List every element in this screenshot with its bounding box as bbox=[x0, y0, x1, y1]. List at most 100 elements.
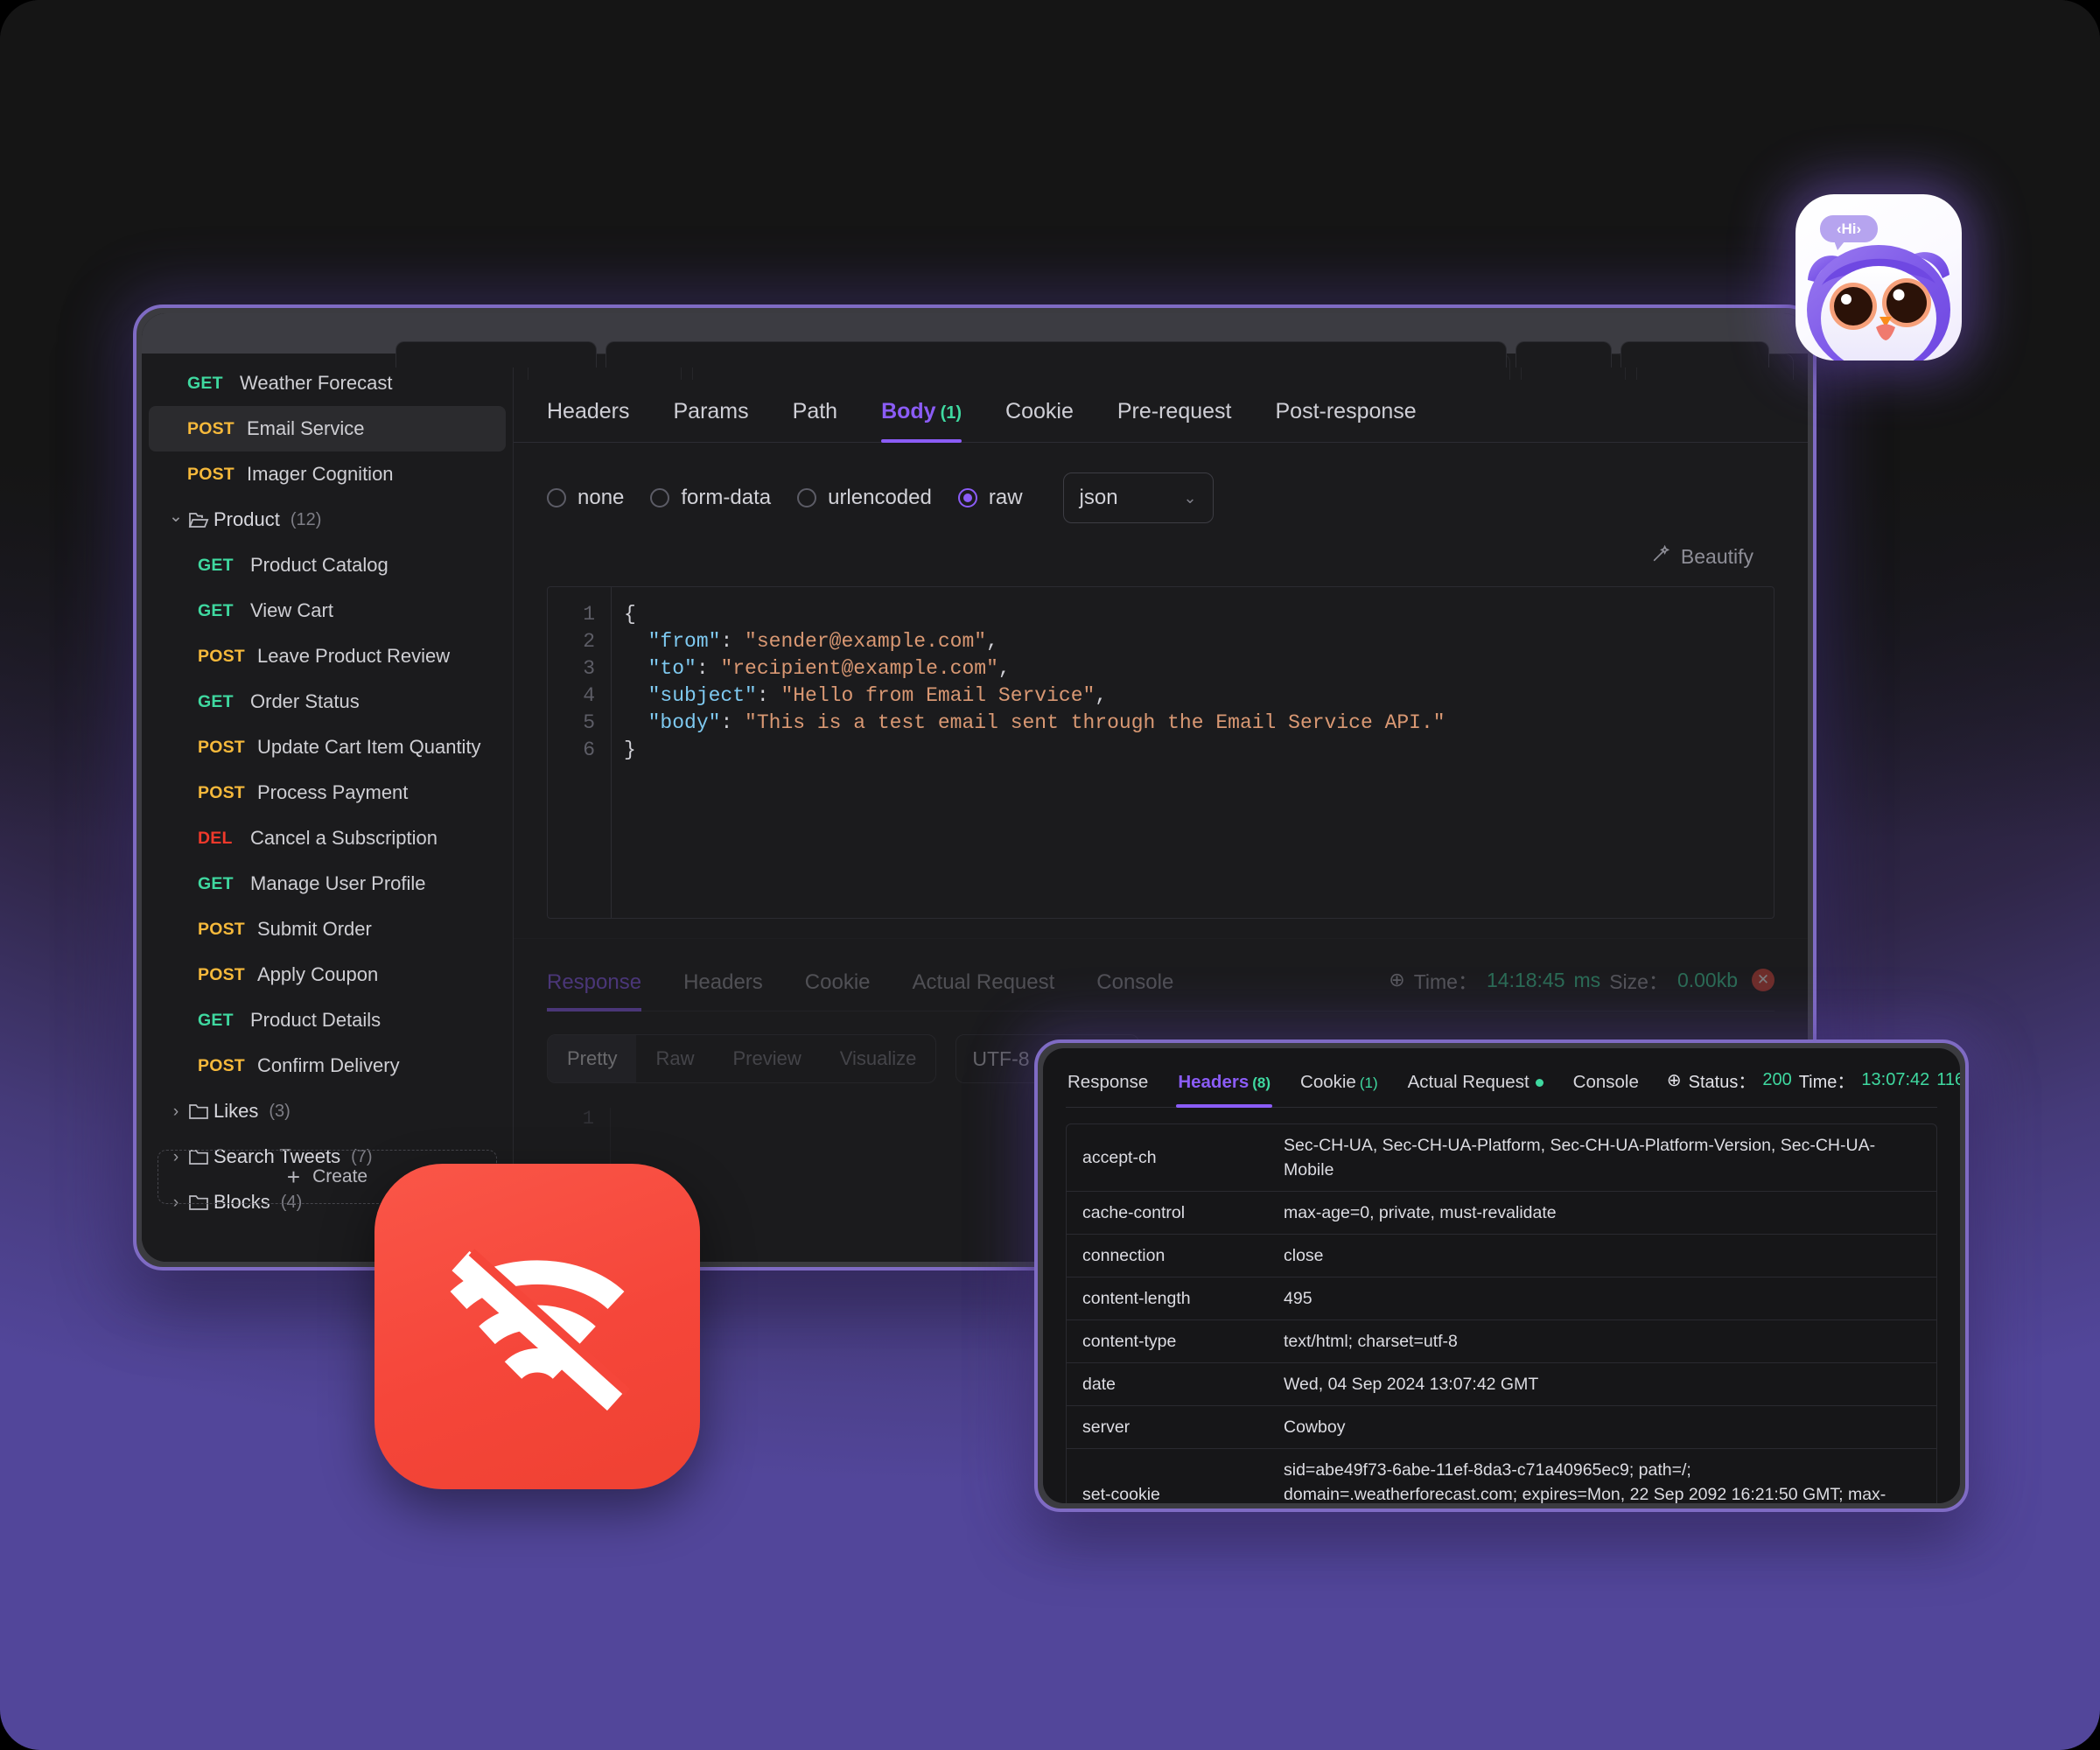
sidebar-request-label: Product Catalog bbox=[250, 554, 388, 576]
editor-code-content[interactable]: { "from": "sender@example.com", "to": "r… bbox=[611, 587, 1774, 918]
code-token: "subject" bbox=[648, 684, 757, 707]
ghost-tab-1[interactable] bbox=[396, 341, 597, 368]
sidebar-request-imager-cognition[interactable]: POST Imager Cognition bbox=[149, 452, 506, 497]
size-label: Size： bbox=[1609, 970, 1669, 993]
header-key: connection bbox=[1082, 1245, 1166, 1265]
body-mode-urlencoded[interactable]: urlencoded bbox=[797, 486, 932, 510]
response-tab-headers[interactable]: Headers bbox=[683, 970, 763, 1011]
sidebar-request-label: Process Payment bbox=[257, 781, 409, 803]
table-row: date Wed, 04 Sep 2024 13:07:42 GMT bbox=[1067, 1363, 1936, 1406]
chevron-down-icon[interactable]: ⌄ bbox=[164, 508, 187, 525]
chevron-right-icon[interactable]: › bbox=[164, 1103, 187, 1120]
table-row: connection close bbox=[1067, 1235, 1936, 1278]
code-token: : bbox=[720, 630, 746, 653]
response-tab-cookie[interactable]: Cookie bbox=[805, 970, 871, 1011]
headers-panel-tab-console[interactable]: Console bbox=[1572, 1072, 1641, 1107]
body-mode-form-data[interactable]: form-data bbox=[650, 486, 771, 510]
http-method-badge: POST bbox=[198, 964, 245, 984]
header-key: set-cookie bbox=[1082, 1484, 1160, 1504]
editor-code-line: } bbox=[624, 737, 1774, 764]
beautify-button[interactable]: Beautify bbox=[1651, 544, 1754, 569]
sidebar-request-leave-product-review[interactable]: POST Leave Product Review bbox=[149, 634, 506, 679]
request-tab-post-response[interactable]: Post-response bbox=[1275, 399, 1416, 442]
headers-panel-tab-response[interactable]: Response bbox=[1066, 1072, 1150, 1107]
radio-icon[interactable] bbox=[650, 488, 670, 508]
sidebar-request-update-cart-item-quantity[interactable]: POST Update Cart Item Quantity bbox=[149, 724, 506, 770]
sidebar-request-label: Order Status bbox=[250, 690, 360, 712]
radio-icon[interactable] bbox=[547, 488, 566, 508]
request-tab-params[interactable]: Params bbox=[674, 399, 749, 442]
http-method-badge: POST bbox=[198, 1055, 245, 1075]
headers-panel-tab-cookie[interactable]: Cookie (1) bbox=[1298, 1072, 1380, 1107]
sidebar-request-label: Product Details bbox=[250, 1009, 382, 1031]
sidebar-folder-likes[interactable]: › Likes (3) bbox=[149, 1088, 506, 1134]
body-format-value: json bbox=[1079, 486, 1118, 509]
response-view-raw[interactable]: Raw bbox=[636, 1035, 713, 1082]
screenshot-canvas: GET Weather Forecast POST Email Service POST… bbox=[0, 0, 2100, 1750]
headers-panel-tab-actual-request[interactable]: Actual Request bbox=[1406, 1072, 1545, 1107]
code-token: , bbox=[986, 630, 998, 653]
ghost-tab-2[interactable] bbox=[606, 341, 1507, 368]
ghost-tab-3[interactable] bbox=[1516, 341, 1612, 368]
ghost-tab-4[interactable] bbox=[1620, 341, 1769, 368]
body-mode-label: none bbox=[578, 486, 625, 509]
sidebar-request-process-payment[interactable]: POST Process Payment bbox=[149, 770, 506, 816]
body-mode-none[interactable]: none bbox=[547, 486, 624, 510]
header-value: Cowboy bbox=[1284, 1418, 1346, 1437]
sidebar-request-label: Weather Forecast bbox=[240, 372, 393, 394]
radio-icon[interactable] bbox=[957, 488, 977, 508]
request-tab-headers[interactable]: Headers bbox=[547, 399, 630, 442]
sidebar-request-confirm-delivery[interactable]: POST Confirm Delivery bbox=[149, 1043, 506, 1088]
wifi-off-icon bbox=[450, 1249, 630, 1411]
response-view-pretty[interactable]: Pretty bbox=[548, 1035, 637, 1082]
headers-panel-meta: ⊕ Status： 200 Time： 13:07:42 1163ms Size… bbox=[1667, 1068, 1960, 1107]
response-tab-console[interactable]: Console bbox=[1096, 970, 1173, 1011]
response-tab-response[interactable]: Response bbox=[547, 970, 642, 1012]
editor-code-line: { bbox=[624, 601, 1774, 628]
sidebar-request-submit-order[interactable]: POST Submit Order bbox=[149, 906, 506, 952]
request-tab-cookie[interactable]: Cookie bbox=[1005, 399, 1074, 442]
body-editor[interactable]: 1 2 3 4 5 6 { "from": "sender@example.com", "… bbox=[547, 586, 1774, 919]
request-tab-body[interactable]: Body (1) bbox=[881, 399, 962, 443]
response-tab-actual-request[interactable]: Actual Request bbox=[913, 970, 1055, 1011]
table-row: content-type text/html; charset=utf-8 bbox=[1067, 1320, 1936, 1363]
sidebar-request-order-status[interactable]: GET Order Status bbox=[149, 679, 506, 724]
radio-icon[interactable] bbox=[797, 488, 817, 508]
sidebar-request-product-catalog[interactable]: GET Product Catalog bbox=[149, 542, 506, 588]
body-mode-label: urlencoded bbox=[828, 486, 932, 509]
sidebar-folder-label: Likes bbox=[214, 1100, 259, 1122]
sidebar-request-product-details[interactable]: GET Product Details bbox=[149, 998, 506, 1043]
request-tab-path[interactable]: Path bbox=[793, 399, 837, 442]
sidebar-request-cancel-a-subscription[interactable]: DEL Cancel a Subscription bbox=[149, 816, 506, 861]
sidebar-request-label: Imager Cognition bbox=[247, 463, 394, 485]
headers-panel-tab-headers[interactable]: Headers (8) bbox=[1176, 1072, 1272, 1108]
response-headers-panel-inner: Response Headers (8) Cookie (1) Actual Reques… bbox=[1043, 1048, 1960, 1503]
headers-panel-tab-label: Actual Request bbox=[1407, 1072, 1530, 1092]
header-value: sid=abe49f73-6abe-11ef-8da3-c71a40965ec9… bbox=[1284, 1460, 1886, 1503]
magic-wand-icon bbox=[1651, 544, 1670, 569]
sidebar-request-view-cart[interactable]: GET View Cart bbox=[149, 588, 506, 634]
sidebar-request-label: Email Service bbox=[247, 417, 365, 439]
beautify-label: Beautify bbox=[1680, 544, 1754, 568]
headers-panel-tab-label: Response bbox=[1068, 1072, 1149, 1092]
body-format-select[interactable]: json ⌄ bbox=[1062, 472, 1214, 523]
sidebar-request-email-service[interactable]: POST Email Service bbox=[149, 406, 506, 452]
http-method-badge: POST bbox=[187, 418, 234, 438]
request-tab-label: Cookie bbox=[1005, 399, 1074, 424]
body-mode-radios: none form-data urlencoded raw json ⌄ bbox=[514, 443, 1808, 523]
sidebar-request-label: Apply Coupon bbox=[257, 963, 379, 985]
response-view-preview[interactable]: Preview bbox=[713, 1035, 820, 1082]
sidebar-request-apply-coupon[interactable]: POST Apply Coupon bbox=[149, 952, 506, 998]
body-mode-raw[interactable]: raw bbox=[957, 486, 1023, 510]
time-label: Time： bbox=[1798, 1073, 1855, 1092]
response-view-visualize[interactable]: Visualize bbox=[821, 1035, 936, 1082]
sidebar-request-manage-user-profile[interactable]: GET Manage User Profile bbox=[149, 861, 506, 906]
editor-code-line: "from": "sender@example.com", bbox=[624, 628, 1774, 655]
response-meta: ⊕ Time： 14:18:45 ms Size： 0.00kb ✕ bbox=[1389, 965, 1774, 1011]
http-method-badge: GET bbox=[198, 600, 234, 620]
sidebar-folder-product[interactable]: ⌄ Product (12) bbox=[149, 497, 506, 542]
plus-icon: + bbox=[286, 1164, 301, 1190]
http-method-badge: DEL bbox=[198, 828, 233, 848]
request-tab-pre-request[interactable]: Pre-request bbox=[1117, 399, 1232, 442]
